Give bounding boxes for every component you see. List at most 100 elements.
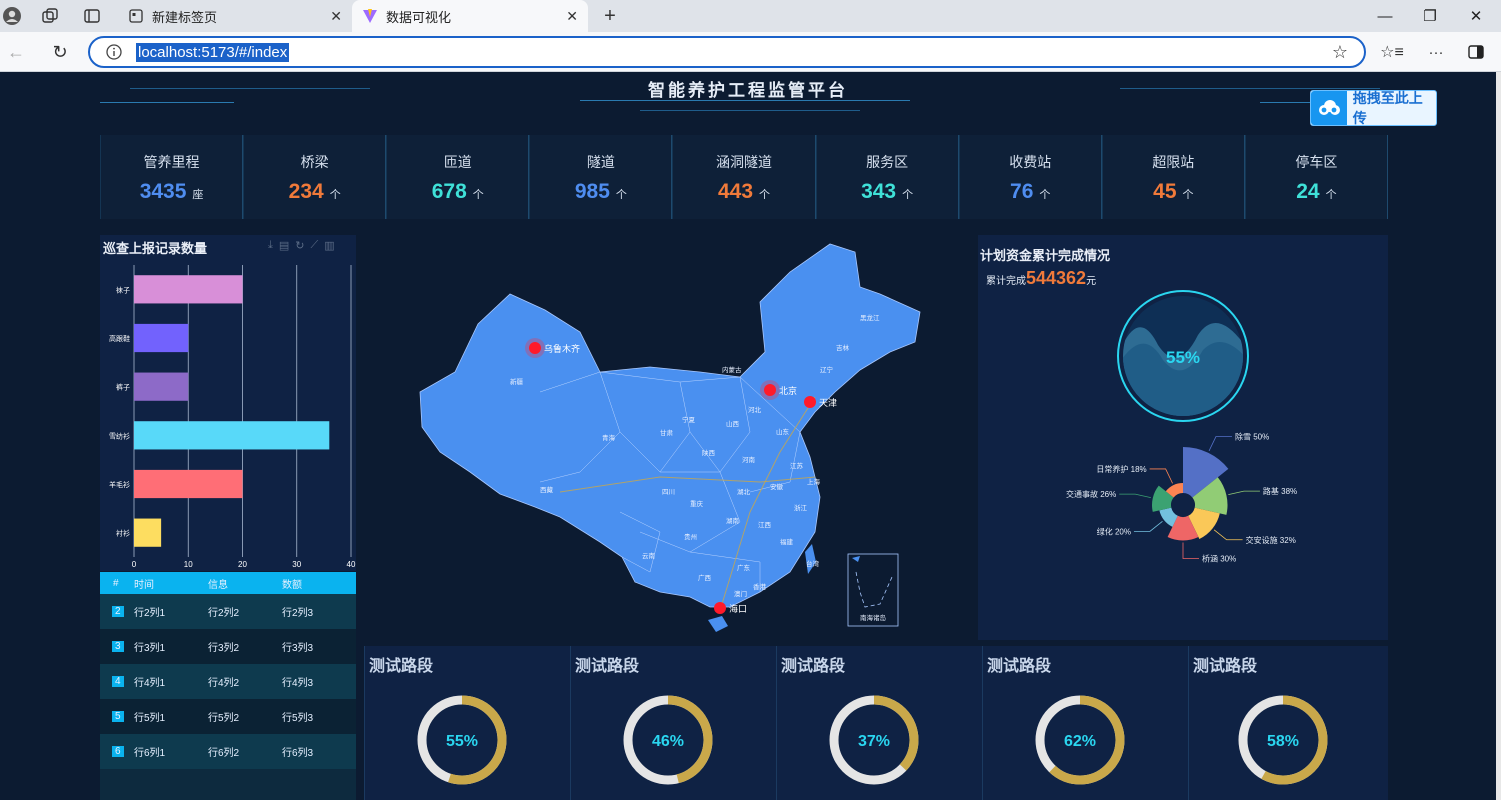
province-label: 安徽	[770, 482, 784, 491]
province-label: 内蒙古	[722, 365, 742, 374]
sidebar-toggle-icon[interactable]	[1466, 42, 1486, 62]
new-tab-button[interactable]: +	[600, 5, 620, 27]
stat-name: 服务区	[866, 154, 909, 170]
close-tab-icon[interactable]: ✕	[566, 8, 578, 25]
stat-name: 匝道	[443, 154, 472, 170]
stat-unit: 座	[192, 189, 204, 201]
table-row[interactable]: 2 行2列1 行2列2 行2列3	[100, 594, 356, 629]
stat-item: 管养里程 3435 座	[100, 135, 244, 219]
stat-unit: 个	[902, 189, 914, 201]
province-label: 辽宁	[820, 365, 834, 374]
upload-label: 拖拽至此上传	[1352, 90, 1423, 126]
tab-actions-icon[interactable]	[82, 6, 102, 26]
bar	[134, 275, 243, 304]
province-label: 黑龙江	[860, 313, 880, 322]
province-label: 贵州	[684, 532, 697, 541]
stat-value: 443	[717, 180, 754, 203]
table-cell: 行4列1	[134, 678, 166, 689]
close-window-icon[interactable]: ✕	[1456, 4, 1496, 28]
reload-icon[interactable]: ↻	[50, 42, 70, 62]
close-tab-icon[interactable]: ✕	[330, 8, 342, 25]
patrol-bar-chart: 0 10 20 30 40 衬衫 羊毛衫 雪纺衫 裤子 高跟鞋 袜子	[109, 265, 356, 569]
province-label: 香港	[753, 582, 767, 591]
cloud-upload-icon	[1311, 91, 1347, 125]
table-row[interactable]: 5 行5列1 行5列2 行5列3	[100, 699, 356, 734]
minimize-icon[interactable]: —	[1365, 4, 1405, 28]
province-label: 上海	[807, 477, 821, 486]
stat-item: 超限站 45 个	[1101, 135, 1245, 219]
url-input[interactable]: localhost:5173/#/index ☆	[88, 36, 1366, 68]
slice-label: 交通事故 26%	[1066, 489, 1116, 499]
province-label: 云南	[642, 551, 656, 560]
province-label: 台湾	[806, 559, 820, 568]
city-label: 北京	[779, 385, 797, 396]
tab-data-viz[interactable]: 数据可视化 ✕	[352, 0, 588, 32]
gauge-value: 55%	[446, 733, 478, 750]
stat-value: 234	[288, 180, 324, 203]
site-info-icon[interactable]	[104, 42, 124, 62]
map-svg: 乌鲁木齐 北京 天津 海口 新疆 西藏 青海 甘肃 内蒙古 四川 云南 广西 广…	[419, 243, 921, 632]
city-marker[interactable]	[714, 602, 726, 614]
province-label: 浙江	[794, 503, 808, 512]
label-line	[1119, 493, 1151, 499]
city-marker[interactable]	[529, 342, 541, 354]
y-tick-label: 高跟鞋	[109, 334, 130, 343]
province-label: 广西	[698, 573, 712, 582]
label-line	[1149, 468, 1173, 484]
road-title: 测试路段	[987, 658, 1052, 675]
table-row[interactable]: 4 行4列1 行4列2 行4列3	[100, 664, 356, 699]
favorites-icon[interactable]: ☆≡	[1380, 42, 1404, 62]
stat-unit: 个	[1182, 189, 1194, 201]
patrol-panel: 巡查上报记录数量 ⤓ ▤ ↻ ⟋ ▥ 0 10 20 30 40 衬衫 羊毛衫 雪纺衫 裤子 高跟…	[100, 235, 356, 571]
x-tick-label: 30	[292, 560, 301, 569]
china-map[interactable]: 乌鲁木齐 北京 天津 海口 新疆 西藏 青海 甘肃 内蒙古 四川 云南 广西 广…	[360, 232, 975, 640]
city-marker[interactable]	[764, 384, 776, 396]
slice-label: 路基 38%	[1263, 486, 1297, 496]
liquid-fill-gauge: 55%	[1117, 290, 1249, 422]
china-outline	[419, 243, 921, 608]
label-line	[1228, 490, 1260, 496]
stat-item: 匝道 678 个	[386, 135, 530, 219]
workspaces-icon[interactable]	[40, 6, 60, 26]
table-header: 数额	[282, 579, 302, 591]
gauge-value: 37%	[858, 733, 890, 750]
dashboard: 智能养护工程监管平台 拖拽至此上传 管养里程 3435 座 桥梁 234 个 匝道 678…	[0, 72, 1496, 800]
city-marker[interactable]	[804, 396, 816, 408]
page-scrollbar[interactable]	[1496, 72, 1501, 800]
address-bar: ← ↻ localhost:5173/#/index ☆ ☆≡ ···	[0, 32, 1501, 72]
stat-value: 678	[431, 180, 467, 203]
tab-new-tab[interactable]: 新建标签页 ✕	[118, 0, 352, 32]
slice-label: 交安设施 32%	[1246, 535, 1296, 545]
road-title: 测试路段	[781, 658, 846, 675]
province-label: 重庆	[690, 499, 704, 508]
table-row[interactable]: 3 行3列1 行3列2 行3列3	[100, 629, 356, 664]
province-label: 西藏	[540, 485, 554, 494]
stat-value: 24	[1296, 180, 1320, 203]
table-cell: 行4列2	[208, 678, 240, 689]
y-tick-label: 衬衫	[116, 529, 130, 538]
y-tick-label: 裤子	[116, 383, 130, 392]
city-label: 乌鲁木齐	[544, 343, 580, 354]
table-cell: 行2列2	[208, 608, 240, 619]
label-line	[1182, 542, 1199, 559]
stat-item: 停车区 24 个	[1244, 135, 1388, 219]
province-label: 山西	[726, 419, 740, 428]
label-line	[1133, 521, 1163, 532]
bar	[134, 421, 330, 450]
header-decoration	[100, 102, 234, 103]
table-row[interactable]: 6 行6列1 行6列2 行6列3	[100, 734, 356, 769]
restore-icon[interactable]: ❐	[1410, 4, 1450, 28]
upload-dropzone[interactable]: 拖拽至此上传	[1310, 90, 1437, 126]
table-cell: 行5列3	[282, 713, 314, 724]
province-label: 四川	[662, 488, 675, 496]
y-tick-label: 袜子	[116, 285, 130, 294]
stat-item: 服务区 343 个	[815, 135, 959, 219]
back-icon[interactable]: ←	[6, 42, 26, 62]
city-label: 天津	[819, 398, 837, 408]
gauge-value: 46%	[652, 733, 684, 750]
more-icon[interactable]: ···	[1426, 42, 1446, 62]
profile-icon[interactable]	[2, 6, 22, 26]
favorite-star-icon[interactable]: ☆	[1330, 42, 1350, 62]
province-label: 山东	[776, 427, 790, 436]
page-title: 智能养护工程监管平台	[648, 81, 848, 100]
